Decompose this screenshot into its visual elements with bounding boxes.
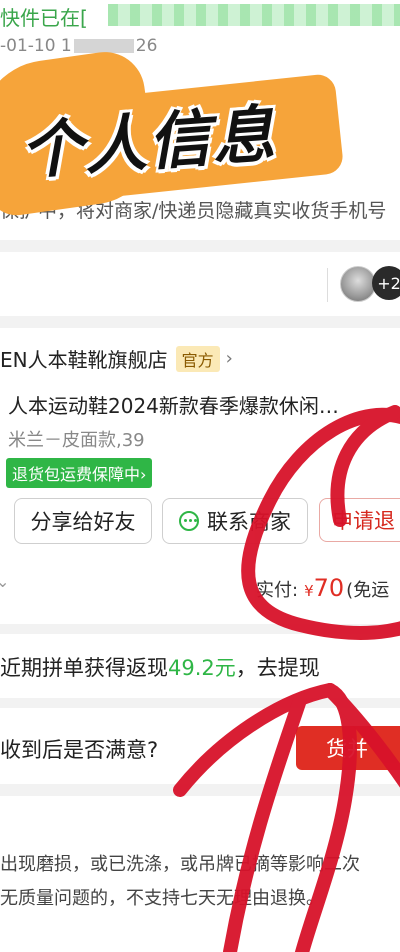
red-scribble-annotation [173, 405, 400, 952]
